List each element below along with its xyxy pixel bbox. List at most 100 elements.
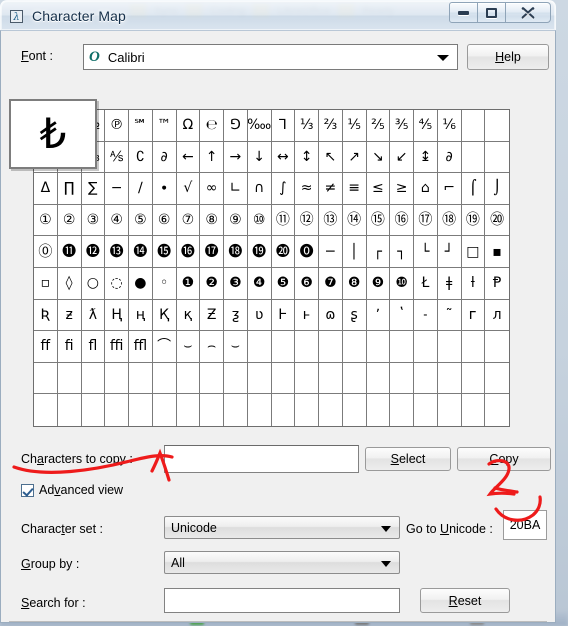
character-cell[interactable]: ∂ [437, 141, 462, 174]
character-cell[interactable] [105, 362, 129, 395]
character-cell[interactable]: ↔ [271, 141, 296, 174]
character-cell[interactable]: │ [342, 236, 367, 268]
chevron-down-icon[interactable] [381, 561, 391, 567]
character-cell[interactable]: ⑥ [152, 204, 177, 237]
character-cell[interactable]: ∑ [81, 173, 106, 205]
character-cell[interactable]: ﬄ [129, 331, 153, 363]
character-cell[interactable]: ⓲ [224, 236, 248, 268]
character-cell[interactable]: ǂ [437, 268, 462, 300]
character-cell[interactable]: ⅙ [437, 110, 462, 142]
character-cell[interactable]: ɷ [319, 299, 343, 332]
character-cell[interactable]: ﬂ [81, 331, 106, 363]
character-cell[interactable]: ң [129, 299, 153, 332]
character-cell[interactable] [153, 394, 177, 426]
character-cell[interactable]: ™ [152, 110, 177, 142]
character-cell[interactable] [366, 362, 391, 395]
character-cell[interactable]: ⌣ [176, 331, 201, 363]
character-cell[interactable]: ƶ [57, 299, 82, 332]
character-cell[interactable]: ⱶ [295, 299, 319, 332]
character-cell[interactable]: ⑤ [129, 204, 153, 237]
character-cell[interactable] [485, 142, 509, 174]
character-cell[interactable] [390, 362, 414, 395]
character-cell[interactable]: ↑ [200, 141, 224, 174]
character-cell[interactable]: ② [57, 204, 82, 237]
character-cell[interactable]: ◦ [152, 268, 177, 300]
character-cell[interactable]: ○ [81, 268, 106, 300]
character-cell[interactable]: ⌒ [152, 331, 177, 363]
character-cell[interactable] [224, 362, 248, 395]
character-cell[interactable]: ⅗ [390, 110, 414, 142]
character-cell[interactable] [105, 394, 129, 426]
character-cell[interactable] [414, 362, 438, 395]
character-cell[interactable] [342, 331, 367, 363]
character-cell[interactable]: ⓳ [247, 236, 272, 268]
character-cell[interactable]: ❷ [200, 268, 224, 300]
character-cell[interactable]: ʋ [247, 299, 272, 332]
character-cell[interactable] [414, 394, 438, 426]
character-cell[interactable] [224, 394, 248, 426]
character-grid[interactable]: ‰℄№℗℠™Ω℮⅁‱⅂⅓⅔⅕⅖⅗⅘⅙⅜⅝⅞⅍∁∂←↑→↓↔↕↖↗↘↙↨∂Δ∏∑−… [33, 109, 510, 427]
character-cell[interactable]: ⅂ [271, 110, 296, 142]
close-button[interactable] [505, 2, 551, 23]
character-cell[interactable] [319, 331, 343, 363]
character-cell[interactable]: ≠ [319, 173, 343, 205]
character-cell[interactable] [247, 331, 272, 363]
character-cell[interactable]: ▪ [485, 236, 509, 268]
character-cell[interactable]: Δ [34, 173, 58, 205]
character-cell[interactable]: ⑳ [485, 205, 509, 237]
character-cell[interactable] [295, 331, 319, 363]
character-cell[interactable]: Қ [152, 299, 177, 332]
character-cell[interactable]: ‱ [247, 110, 272, 142]
character-cell[interactable] [461, 110, 486, 142]
character-cell[interactable]: ∏ [57, 173, 82, 205]
character-cell[interactable] [177, 394, 201, 426]
character-cell[interactable]: ③ [81, 204, 106, 237]
character-cell[interactable]: ≥ [390, 173, 414, 205]
character-cell[interactable]: Ʀ [34, 299, 58, 332]
character-cell[interactable]: ⑦ [176, 204, 201, 237]
character-cell[interactable]: ─ [319, 236, 343, 268]
character-cell[interactable]: ↕ [295, 141, 319, 174]
character-cell[interactable] [342, 362, 367, 395]
character-cell[interactable]: ∫ [271, 173, 296, 205]
character-cell[interactable]: ⌂ [414, 173, 438, 205]
character-cell[interactable]: ⓬ [81, 236, 106, 268]
character-cell[interactable]: ↘ [366, 141, 391, 174]
character-cell[interactable]: ⑬ [319, 204, 343, 237]
character-cell[interactable]: ❺ [271, 268, 296, 300]
character-cell[interactable]: ⌣ [224, 331, 248, 363]
character-cell[interactable]: ⌢ [200, 331, 224, 363]
character-cell[interactable]: ⑧ [200, 204, 224, 237]
character-cell[interactable]: ˗ [414, 299, 438, 332]
character-cell[interactable]: ⓮ [129, 236, 153, 268]
character-cell[interactable]: ∂ [152, 141, 177, 174]
character-cell[interactable] [295, 362, 319, 395]
character-cell[interactable]: ⓴ [271, 236, 296, 268]
character-cell[interactable] [271, 331, 296, 363]
character-cell[interactable]: ∁ [129, 141, 153, 174]
character-cell[interactable]: Ᵽ [485, 268, 509, 300]
character-cell[interactable] [343, 394, 367, 426]
character-cell[interactable]: ⅕ [342, 110, 367, 142]
character-cell[interactable] [319, 362, 343, 395]
chevron-down-icon[interactable] [437, 55, 449, 61]
character-cell[interactable]: ∩ [247, 173, 272, 205]
character-cell[interactable] [461, 331, 486, 363]
copy-button[interactable]: Copy [457, 447, 551, 471]
search-input[interactable] [164, 588, 400, 613]
goto-unicode-input[interactable]: 20BA [503, 510, 547, 540]
character-cell[interactable]: ᴫ [485, 300, 509, 332]
character-cell[interactable]: ❼ [319, 268, 343, 300]
character-cell[interactable] [271, 362, 296, 395]
character-cell[interactable]: ❿ [390, 268, 414, 300]
character-cell[interactable]: ▫ [34, 268, 58, 300]
character-cell[interactable]: − [105, 173, 129, 205]
character-cell[interactable]: ⑲ [461, 204, 486, 237]
character-cell[interactable]: ┌ [366, 236, 391, 268]
select-button[interactable]: Select [365, 447, 451, 471]
character-cell[interactable]: ↨ [414, 141, 438, 174]
character-cell[interactable] [82, 394, 106, 426]
character-cell[interactable]: ƺ [224, 299, 248, 332]
character-cell[interactable] [152, 362, 177, 395]
help-button[interactable]: Help [467, 44, 549, 70]
